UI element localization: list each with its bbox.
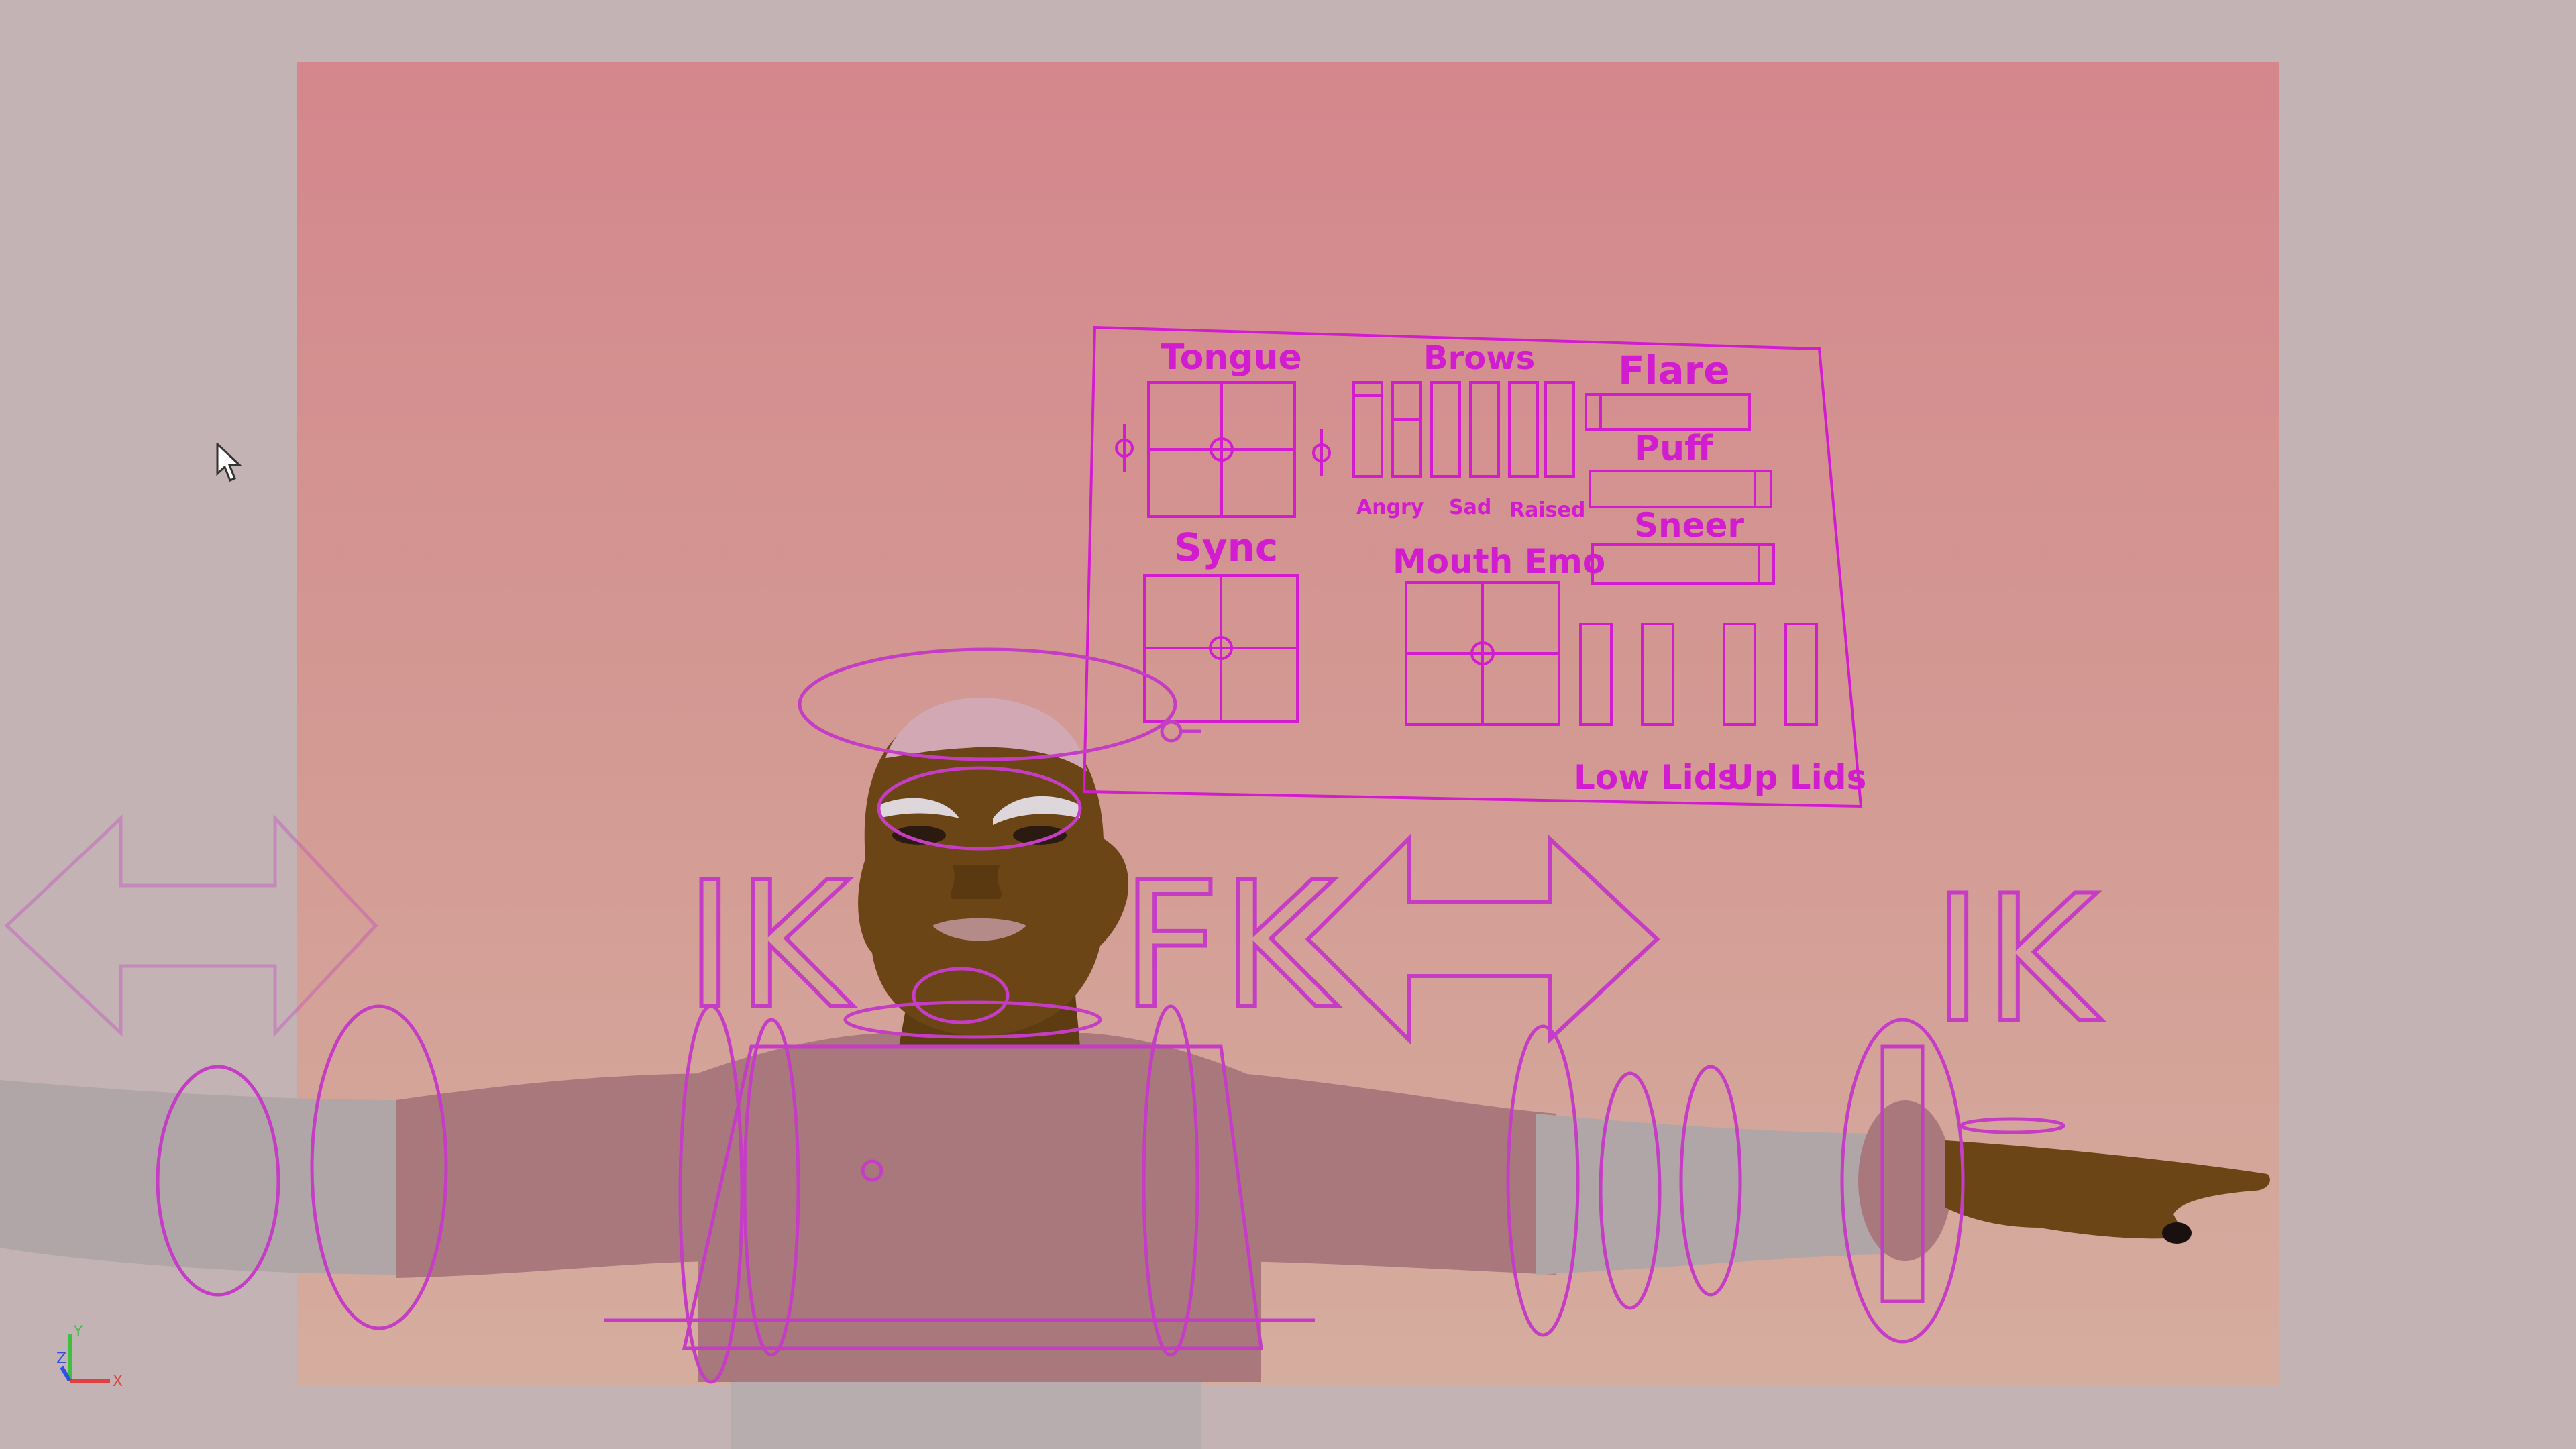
axis-x-label: X: [113, 1373, 123, 1390]
label-flare: Flare: [1618, 347, 1730, 393]
mouse-cursor-icon: [216, 443, 242, 482]
ghost-arrow-left: [4, 814, 378, 1038]
label-brow-raised: Raised: [1509, 498, 1585, 522]
label-sync: Sync: [1174, 525, 1278, 570]
right-hand: [1945, 1140, 2270, 1239]
ik-left-label[interactable]: IK: [682, 843, 857, 1050]
label-brow-sad: Sad: [1449, 496, 1491, 519]
sync-control[interactable]: [1143, 574, 1299, 723]
viewport-scene[interactable]: Tongue Brows Flare Puff Sneer Sync Mouth…: [0, 0, 2576, 1449]
ikfk-switch-arrow[interactable]: [1305, 833, 1660, 1045]
left-sleeve: [0, 1080, 416, 1275]
low-lids-sliders[interactable]: [1579, 623, 1674, 726]
label-up-lids: Up Lids: [1727, 758, 1866, 797]
label-brow-angry: Angry: [1356, 496, 1424, 519]
label-low-lids: Low Lids: [1574, 758, 1737, 797]
axis-indicator-icon: Y X Z: [56, 1324, 123, 1390]
torso: [698, 1033, 1261, 1382]
axis-z-label: Z: [56, 1350, 66, 1367]
up-lids-sliders[interactable]: [1723, 623, 1818, 726]
nose: [951, 865, 1002, 899]
fk-label[interactable]: FK: [1118, 843, 1342, 1050]
label-sneer: Sneer: [1634, 506, 1744, 545]
label-brows: Brows: [1424, 339, 1535, 377]
label-puff: Puff: [1634, 429, 1713, 469]
sneer-slider[interactable]: [1591, 543, 1775, 585]
puff-slider[interactable]: [1589, 470, 1772, 508]
label-mouth-emo: Mouth Emo: [1393, 542, 1605, 581]
axis-y-label: Y: [73, 1324, 83, 1340]
brow-sliders[interactable]: [1352, 381, 1575, 478]
ik-right-label[interactable]: IK: [1930, 857, 2105, 1063]
label-tongue: Tongue: [1161, 337, 1302, 378]
maya-viewport[interactable]: Tongue Brows Flare Puff Sneer Sync Mouth…: [0, 0, 2576, 1449]
right-sleeve: [1536, 1114, 1892, 1275]
right-cuff: [1858, 1100, 1952, 1261]
lower-torso: [731, 1382, 1201, 1449]
fingernail: [2162, 1222, 2192, 1244]
tongue-control[interactable]: [1115, 381, 1331, 518]
flare-slider[interactable]: [1585, 393, 1751, 431]
character-head[interactable]: [858, 698, 1128, 1036]
mouth-emo-control[interactable]: [1405, 581, 1560, 726]
